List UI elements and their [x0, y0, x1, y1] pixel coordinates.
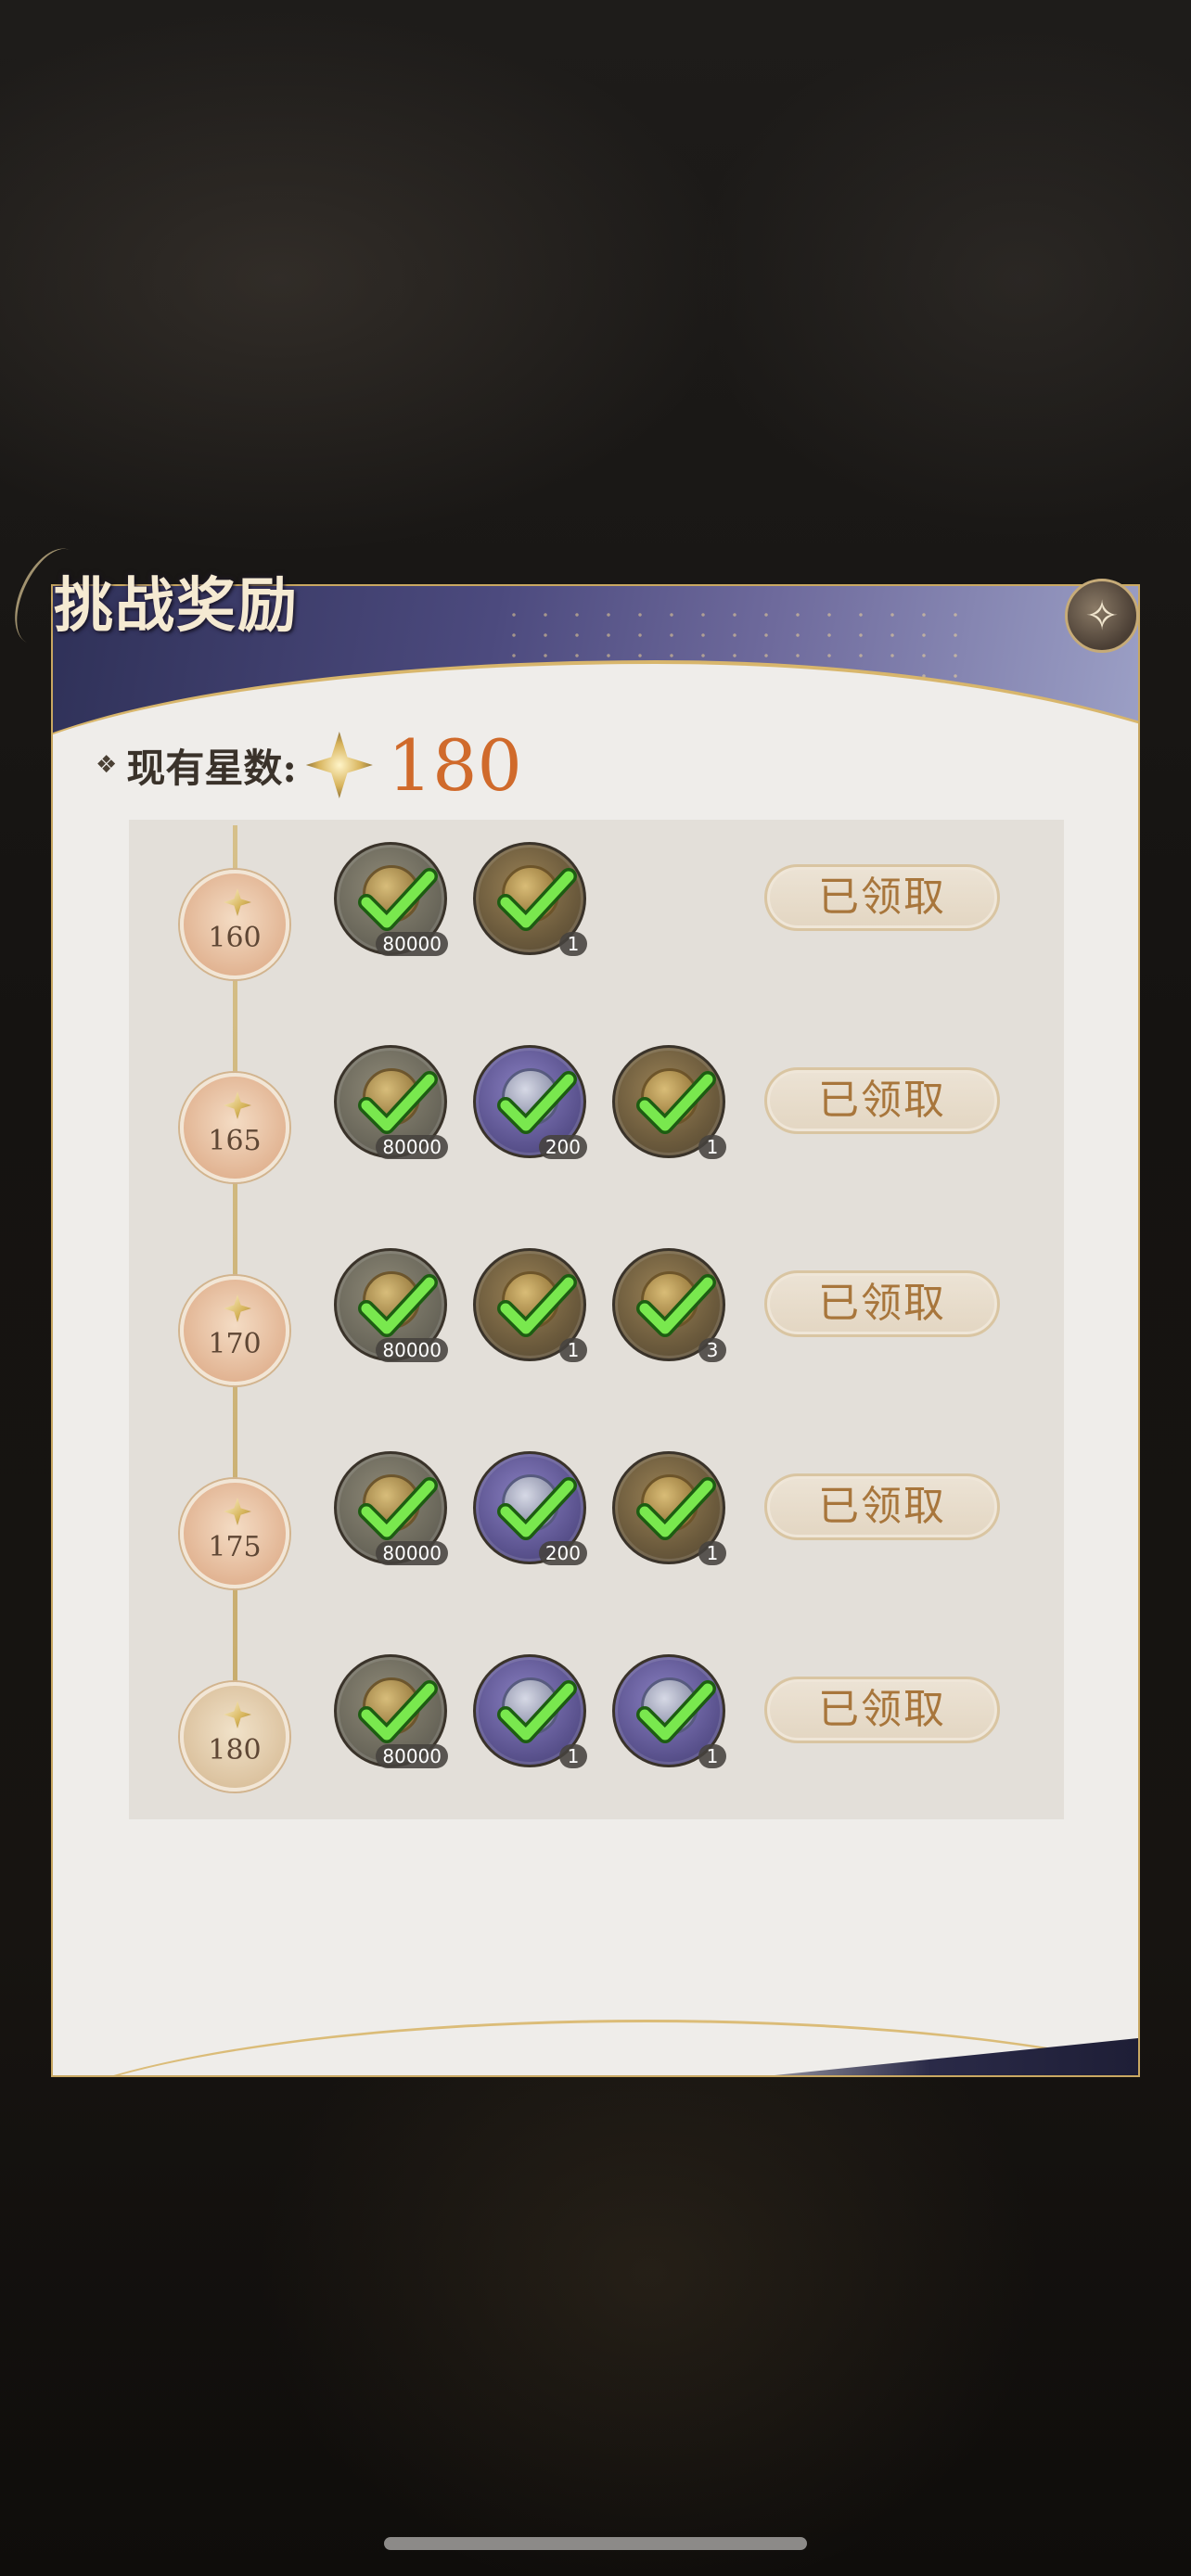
- reward-item[interactable]: 200: [473, 1045, 587, 1159]
- tier-stars-required: 165: [208, 1125, 262, 1157]
- item-count-badge: 80000: [376, 932, 448, 956]
- reward-item[interactable]: 1: [473, 1248, 587, 1362]
- item-count-badge: 80000: [376, 1541, 448, 1565]
- reward-item[interactable]: 1: [612, 1045, 726, 1159]
- item-count-badge: 3: [698, 1338, 726, 1362]
- item-count-badge: 1: [698, 1541, 726, 1565]
- reward-item[interactable]: 80000: [334, 842, 448, 956]
- check-icon: [355, 1061, 439, 1144]
- claimed-button[interactable]: 已领取: [764, 1270, 1000, 1337]
- tier-star-icon: [224, 1498, 251, 1525]
- tier-badge: 165: [180, 1073, 289, 1182]
- reward-item[interactable]: 80000: [334, 1248, 448, 1362]
- check-icon: [634, 1467, 717, 1550]
- check-icon: [494, 858, 578, 941]
- claimed-button[interactable]: 已领取: [764, 1677, 1000, 1743]
- dialog-title: 挑战奖励: [54, 571, 299, 641]
- check-icon: [355, 1264, 439, 1347]
- tier-badge: 175: [180, 1479, 289, 1588]
- claimed-button[interactable]: 已领取: [764, 864, 1000, 931]
- tier-stars-required: 180: [208, 1734, 262, 1766]
- check-icon: [355, 858, 439, 941]
- tier-star-icon: [224, 888, 251, 916]
- check-icon: [355, 1467, 439, 1550]
- item-count-badge: 1: [559, 1338, 587, 1362]
- reward-item[interactable]: 1: [473, 1654, 587, 1768]
- check-icon: [494, 1264, 578, 1347]
- stars-value: 180: [387, 723, 522, 807]
- item-count-badge: 1: [559, 932, 587, 956]
- item-count-badge: 80000: [376, 1135, 448, 1159]
- tier-stars-required: 160: [208, 922, 262, 954]
- close-button[interactable]: ✧: [1065, 579, 1139, 653]
- tier-stars-required: 175: [208, 1531, 262, 1563]
- reward-item[interactable]: 80000: [334, 1654, 448, 1768]
- tier-badge: 170: [180, 1276, 289, 1385]
- close-icon: ✧: [1084, 592, 1120, 640]
- tier-star-icon: [224, 1091, 251, 1119]
- item-count-badge: 200: [538, 1541, 587, 1565]
- star-icon: [305, 732, 373, 798]
- check-icon: [494, 1467, 578, 1550]
- item-count-badge: 1: [698, 1135, 726, 1159]
- tier-star-icon: [224, 1701, 251, 1728]
- tier-stars-required: 170: [208, 1328, 262, 1360]
- reward-item[interactable]: 1: [473, 842, 587, 956]
- tier-badge: 180: [180, 1682, 289, 1792]
- reward-item[interactable]: 80000: [334, 1451, 448, 1565]
- reward-item[interactable]: 80000: [334, 1045, 448, 1159]
- check-icon: [634, 1061, 717, 1144]
- claimed-button[interactable]: 已领取: [764, 1473, 1000, 1540]
- home-indicator[interactable]: [384, 2537, 807, 2550]
- check-icon: [494, 1670, 578, 1753]
- check-icon: [634, 1264, 717, 1347]
- item-count-badge: 80000: [376, 1338, 448, 1362]
- item-count-badge: 1: [698, 1744, 726, 1768]
- stars-label: 现有星数:: [126, 745, 297, 791]
- claimed-button[interactable]: 已领取: [764, 1067, 1000, 1134]
- reward-item[interactable]: 200: [473, 1451, 587, 1565]
- reward-item[interactable]: 1: [612, 1654, 726, 1768]
- item-count-badge: 200: [538, 1135, 587, 1159]
- current-stars-row: ❖ 现有星数: 180: [96, 723, 522, 807]
- item-count-badge: 80000: [376, 1744, 448, 1768]
- bullet-diamond-icon: ❖: [96, 751, 118, 779]
- check-icon: [634, 1670, 717, 1753]
- item-count-badge: 1: [559, 1744, 587, 1768]
- reward-item[interactable]: 1: [612, 1451, 726, 1565]
- tier-star-icon: [224, 1294, 251, 1322]
- check-icon: [494, 1061, 578, 1144]
- reward-item[interactable]: 3: [612, 1248, 726, 1362]
- check-icon: [355, 1670, 439, 1753]
- tier-badge: 160: [180, 870, 289, 979]
